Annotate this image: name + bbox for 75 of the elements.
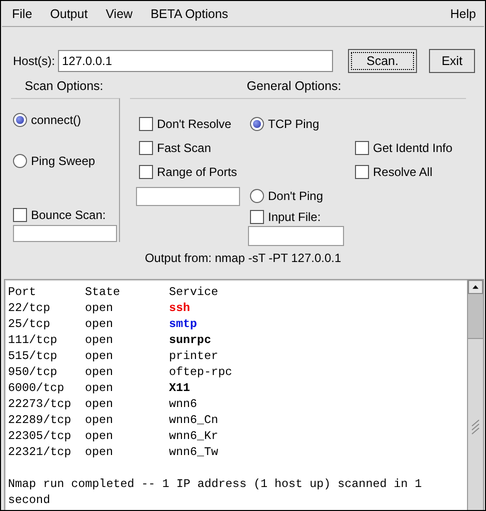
service-text: smtp: [169, 316, 198, 332]
option-label[interactable]: Fast Scan: [157, 141, 212, 155]
radio-button[interactable]: [250, 117, 264, 131]
menu-item[interactable]: View: [106, 6, 140, 20]
service-text: ssh: [169, 300, 192, 316]
section-title: General Options:: [246, 79, 342, 93]
service-text: wnn6_Kr: [169, 428, 220, 444]
checkbox[interactable]: [139, 141, 153, 155]
host-label: Host(s):: [13, 54, 55, 68]
checkbox[interactable]: [250, 210, 264, 224]
option-label[interactable]: Input File:: [268, 210, 321, 224]
port-text: 111/tcp: [8, 332, 58, 348]
port-text: 515/tcp: [8, 348, 58, 364]
option-label[interactable]: Don't Resolve: [157, 117, 232, 131]
port-text: 22/tcp: [8, 300, 52, 316]
port-text: 22305/tcp: [8, 428, 72, 444]
scrollbar-thumb[interactable]: [468, 294, 483, 339]
checkbox[interactable]: [13, 208, 27, 222]
command-line-text: Output from: nmap -sT -PT 127.0.0.1: [144, 251, 342, 267]
menu-item[interactable]: Output: [50, 6, 95, 20]
service-text: wnn6_Cn: [169, 412, 220, 428]
option-label[interactable]: Get Identd Info: [373, 141, 452, 155]
grip-icon[interactable]: [470, 418, 480, 434]
port-text: 22289/tcp: [8, 412, 72, 428]
scroll-up-icon[interactable]: [468, 280, 483, 294]
option-label[interactable]: Bounce Scan:: [31, 208, 106, 222]
summary-text: Nmap run completed -- 1 IP address (1 host up) scanned in 1 second: [8, 476, 423, 508]
state-text: open: [85, 364, 114, 380]
option-label[interactable]: Don't Ping: [268, 189, 323, 203]
scrollbar[interactable]: [467, 280, 483, 510]
state-text: open: [85, 412, 114, 428]
checkbox[interactable]: [139, 165, 153, 179]
menu-item[interactable]: Help: [450, 6, 476, 20]
radio-button[interactable]: [13, 154, 27, 168]
text-field[interactable]: [136, 186, 240, 206]
port-text: 22273/tcp: [8, 396, 72, 412]
button[interactable]: Scan.: [348, 49, 417, 73]
section-title: Scan Options:: [24, 79, 104, 93]
port-text: 950/tcp: [8, 364, 58, 380]
text-field[interactable]: [248, 226, 344, 246]
text-field[interactable]: [13, 225, 117, 242]
button[interactable]: Exit: [429, 49, 475, 73]
service-text: wnn6_Tw: [169, 444, 220, 460]
option-label[interactable]: connect(): [31, 113, 82, 128]
state-text: open: [85, 300, 114, 316]
checkbox[interactable]: [355, 141, 369, 155]
host-field[interactable]: 127.0.0.1: [58, 50, 333, 72]
service-text: oftep-rpc: [169, 364, 232, 380]
port-text: 25/tcp: [8, 316, 52, 332]
option-label[interactable]: Range of Ports: [157, 165, 238, 179]
state-text: open: [85, 348, 114, 364]
option-label[interactable]: Ping Sweep: [31, 154, 96, 168]
option-label[interactable]: Resolve All: [373, 165, 432, 179]
state-text: open: [85, 332, 114, 348]
state-text: open: [85, 428, 114, 444]
menu-item[interactable]: BETA Options: [150, 6, 236, 20]
port-text: 6000/tcp: [8, 380, 66, 396]
column-header: Service: [169, 284, 220, 300]
menu-item[interactable]: File: [12, 6, 40, 20]
option-label[interactable]: TCP Ping: [268, 117, 320, 131]
column-header: Port: [8, 284, 38, 300]
service-text: X11: [169, 380, 192, 396]
checkbox[interactable]: [139, 117, 153, 131]
port-text: 22321/tcp: [8, 444, 72, 460]
column-header: State: [85, 284, 122, 300]
radio-button[interactable]: [250, 189, 264, 203]
service-text: wnn6: [169, 396, 198, 412]
radio-button[interactable]: [13, 113, 27, 128]
state-text: open: [85, 380, 114, 396]
service-text: sunrpc: [169, 332, 212, 348]
state-text: open: [85, 396, 114, 412]
state-text: open: [85, 316, 114, 332]
service-text: printer: [169, 348, 220, 364]
checkbox[interactable]: [355, 165, 369, 179]
state-text: open: [85, 444, 114, 460]
